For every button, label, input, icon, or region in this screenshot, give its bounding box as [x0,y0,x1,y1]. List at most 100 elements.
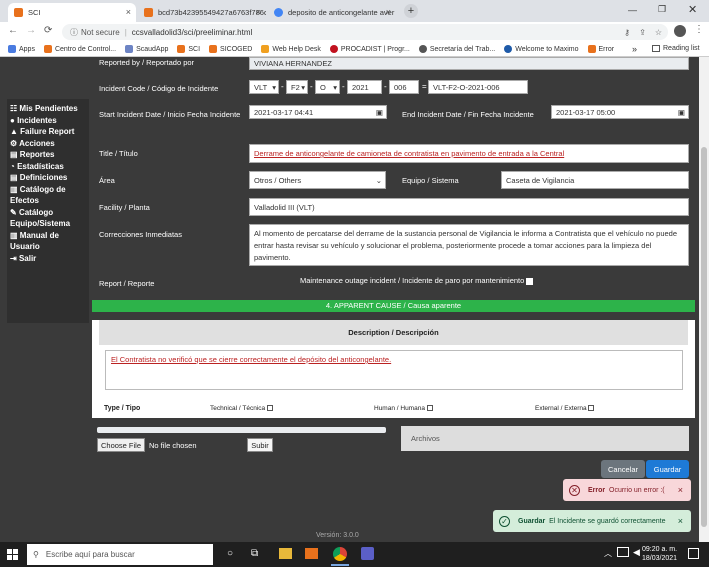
area-select[interactable]: Otros / Others ⌄ [249,171,386,189]
page-content: ☷ Mis Pendientes ● Incidentes ▲ Failure … [0,57,709,542]
sidebar-item-catalogo-efectos[interactable]: ▥ Catálogo de Efectos [10,184,86,207]
sidebar-item-definiciones[interactable]: ▤ Definiciones [10,172,86,184]
volume-icon[interactable]: ◀ [633,547,640,558]
tab-sci[interactable]: SCI × [8,3,136,22]
sidebar-item-incidentes[interactable]: ● Incidentes [10,115,86,127]
page-scrollbar[interactable] [699,57,709,542]
chrome-icon[interactable] [333,547,347,561]
close-tab-icon[interactable]: × [256,7,261,17]
sidebar-item-reportes[interactable]: ▤ Reportes [10,149,86,161]
title-field[interactable]: Derrame de anticongelante de camioneta d… [249,144,689,163]
sidebar-item-failure-report[interactable]: ▲ Failure Report [10,126,86,138]
code-number-field[interactable]: 006 [389,80,419,94]
archivos-panel[interactable]: Archivos [401,426,689,451]
cancel-button[interactable]: Cancelar [601,460,645,478]
close-window-icon[interactable]: ✕ [688,3,697,16]
tab-title: bcd73b42395549427a6763f786d [158,8,266,17]
pie-chart-icon: ◔ [10,161,15,171]
sidebar-item-estadisticas[interactable]: ◔ Estadísticas [10,161,86,173]
maintenance-checkbox[interactable] [526,277,534,285]
scrollbar-thumb[interactable] [701,147,707,527]
menu-dots-icon[interactable]: ⋮ [694,24,704,35]
type-human[interactable]: Human / Humana [374,405,433,412]
description-textarea[interactable]: El Contratista no verificó que se cierre… [105,350,683,390]
minimize-icon[interactable]: — [628,5,637,15]
cortana-icon[interactable]: ○ [227,548,233,559]
teams-icon[interactable] [361,547,374,560]
type-external[interactable]: External / Externa [535,405,595,412]
bookmark-webhelpdesk[interactable]: Web Help Desk [261,45,321,53]
sidebar-item-label: Catálogo Equipo/Sistema [10,207,71,229]
more-bookmarks-icon[interactable]: » [632,44,637,54]
tab-search[interactable]: deposito de anticongelante aver × [268,3,396,22]
sidebar-item-mis-pendientes[interactable]: ☷ Mis Pendientes [10,103,86,115]
maintenance-row: Maintenance outage incident / Incidente … [300,276,534,286]
sidebar-item-acciones[interactable]: ⚙ Acciones [10,138,86,150]
apps-grid-icon [8,45,16,53]
start-date-label: Start Incident Date / Inicio Fecha Incid… [99,110,241,119]
checkbox [266,405,273,412]
close-tab-icon[interactable]: × [386,7,391,17]
sidebar-item-catalogo-equipo[interactable]: ✎ Catálogo Equipo/Sistema [10,207,86,230]
close-toast-icon[interactable]: × [678,516,683,526]
bookmark-sci[interactable]: SCI [177,45,200,53]
choose-file-button[interactable]: Choose File [97,438,145,452]
windows-start-icon[interactable] [7,549,18,560]
bookmark-secretaria[interactable]: Secretaría del Trab... [418,45,496,53]
profile-avatar-icon[interactable] [674,25,686,37]
sidebar-item-manual[interactable]: ▥ Manual de Usuario [10,230,86,253]
file-explorer-icon[interactable] [279,548,292,559]
maximize-icon[interactable]: ❐ [658,4,666,15]
new-tab-button[interactable]: + [404,4,418,18]
tray-chevron-icon[interactable]: ︿ [604,548,612,559]
facility-field[interactable]: Valladolid III (VLT) [249,198,689,216]
equipo-field[interactable]: Caseta de Vigilancia [501,171,689,189]
close-tab-icon[interactable]: × [126,7,131,17]
back-icon[interactable]: ← [8,25,18,36]
network-icon[interactable] [617,547,629,557]
bookmark-scaudapp[interactable]: ScaudApp [125,45,168,53]
code-type-select[interactable]: O ▾ [315,80,340,94]
reading-list-button[interactable]: Reading list [652,45,700,52]
bookmark-procadist[interactable]: PROCADIST | Progr... [329,45,410,53]
area-label: Área [99,176,115,185]
bookmark-label: Secretaría del Trab... [429,45,496,53]
key-icon[interactable]: ⚷ [624,28,630,37]
start-date-field[interactable]: 2021-03-17 04:41 ▣ [249,105,387,119]
sidebar-item-salir[interactable]: ⇥ Salir [10,253,86,265]
code-year-field[interactable]: 2021 [347,80,382,94]
tab-bcd[interactable]: bcd73b42395549427a6763f786d × [138,3,266,22]
code-unit-select[interactable]: F2 ▾ [286,80,308,94]
apparent-cause-section: Description / Descripción El Contratista… [92,320,695,418]
reload-icon[interactable]: ⟳ [44,25,52,36]
bookmark-apps[interactable]: Apps [8,45,35,53]
task-view-icon[interactable]: ⧉ [251,548,258,559]
close-toast-icon[interactable]: × [678,485,683,495]
share-icon[interactable]: ⇪ [639,28,646,37]
omnibox[interactable]: ⓘ Not secure | ccsvalladolid3/sci/preeli… [62,24,668,40]
bookmark-centro[interactable]: Centro de Control... [43,45,116,53]
bookmark-icon [587,45,596,53]
clock[interactable]: 09:20 a. m. 18/03/2021 [642,545,677,563]
taskbar-search-placeholder: Escribe aquí para buscar [45,550,135,559]
end-date-field[interactable]: 2021-03-17 05:00 ▣ [551,105,689,119]
save-button[interactable]: Guardar [646,460,689,478]
chevron-down-icon: ▾ [301,82,305,92]
bookmark-sicoged[interactable]: SICOGED [209,45,252,53]
bookmark-maximo[interactable]: Welcome to Maximo [504,45,579,53]
star-icon[interactable]: ☆ [655,28,662,37]
forward-icon[interactable]: → [26,25,36,36]
taskbar-search-box[interactable]: ⚲ Escribe aquí para buscar [27,544,213,565]
bookmark-label: Welcome to Maximo [515,45,579,53]
type-technical[interactable]: Technical / Técnica [210,405,273,412]
app-icon[interactable] [305,548,318,559]
reported-by-label: Reported by / Reportado por [99,58,195,67]
bookmark-error[interactable]: Error [587,45,614,53]
code-plant-select[interactable]: VLT ▾ [249,80,279,94]
correcciones-textarea[interactable]: Al momento de percatarse del derrame de … [249,224,689,266]
notifications-icon[interactable] [688,548,699,559]
book-icon: ▥ [10,184,18,194]
sidebar-item-label: Definiciones [19,173,68,182]
upload-button[interactable]: Subir [247,438,273,452]
url-text[interactable]: ccsvalladolid3/sci/preeliminar.html [132,28,253,37]
